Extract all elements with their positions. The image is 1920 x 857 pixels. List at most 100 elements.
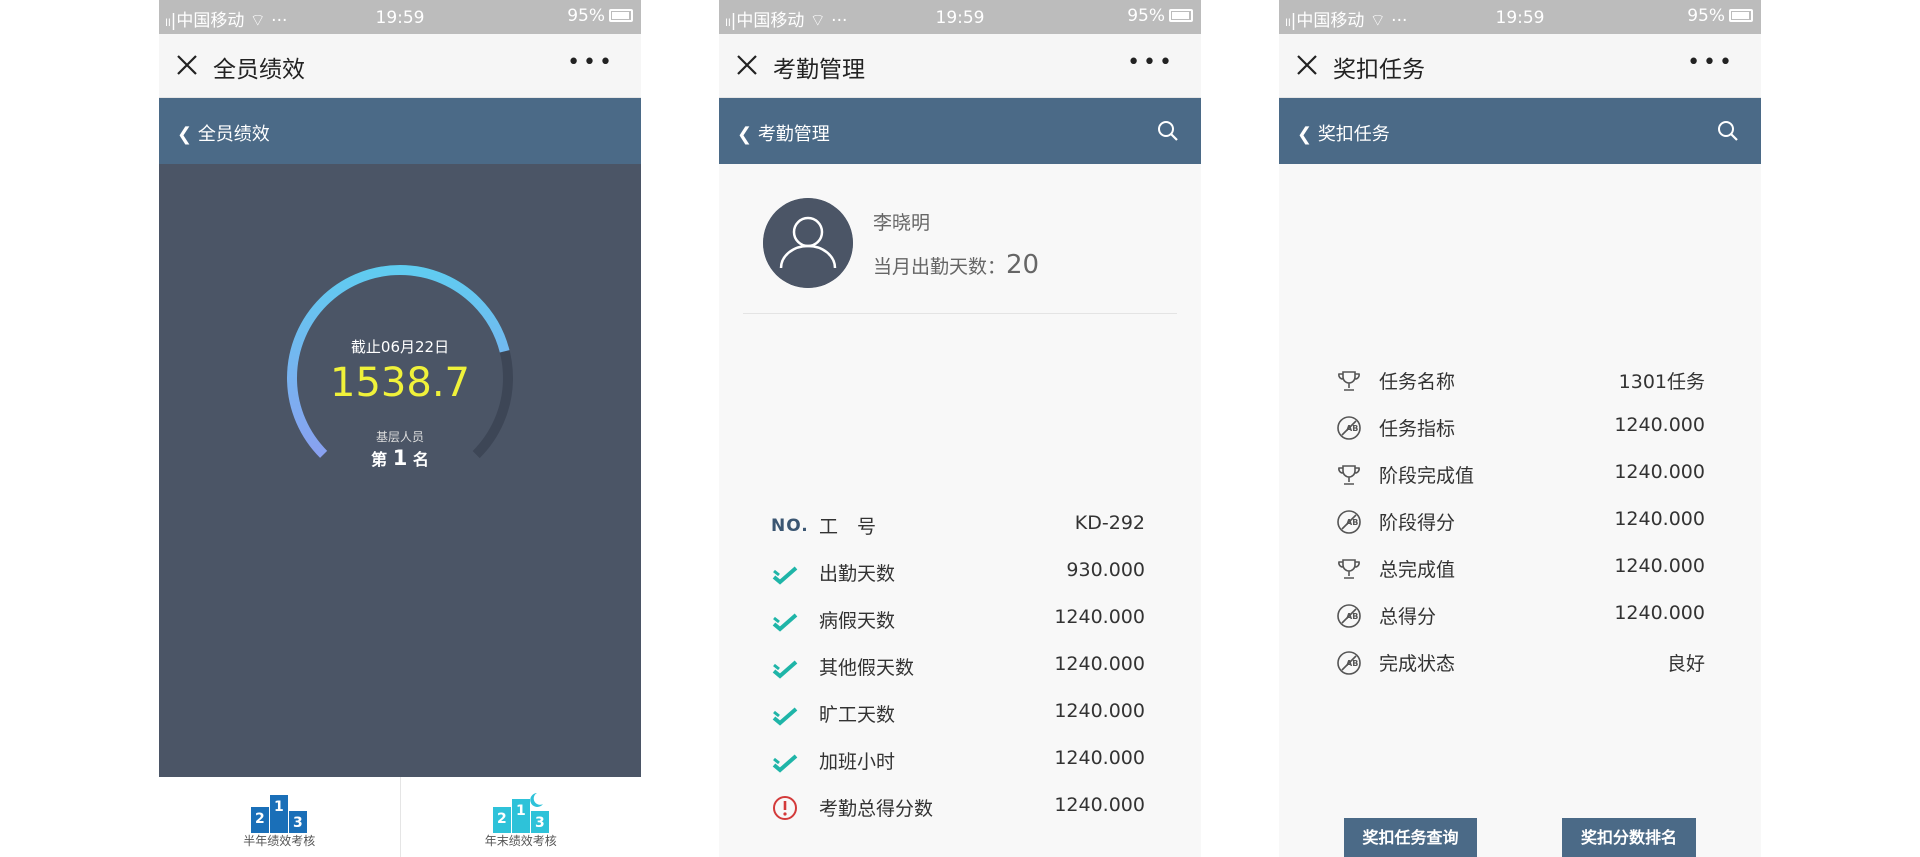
more-icon[interactable]: ••• <box>1687 52 1735 74</box>
row-value: 1240.000 <box>1614 414 1705 436</box>
svg-text:AB: AB <box>1346 659 1358 668</box>
battery-indicator: 95% <box>567 6 633 26</box>
list-item: 其他假天数 1240.000 <box>719 647 1201 687</box>
row-value: 1240.000 <box>1054 794 1145 816</box>
row-value: 1240.000 <box>1614 555 1705 577</box>
list-item: 旷工天数 1240.000 <box>719 694 1201 734</box>
nav-header: ❮ 全员绩效 <box>159 98 641 164</box>
window-title: 奖扣任务 <box>1333 57 1425 83</box>
row-value: 1301任务 <box>1618 371 1705 393</box>
status-bar: ₗₗ|中国移动 ⌔ ··· 19:59 95% <box>159 0 641 34</box>
svg-text:2: 2 <box>255 811 265 827</box>
row-label: 其他假天数 <box>819 657 915 679</box>
list-item: 任务名称 1301任务 <box>1279 361 1761 401</box>
svg-text:3: 3 <box>293 815 303 831</box>
back-button[interactable]: ❮ 奖扣任务 <box>1297 120 1390 146</box>
row-value: 1240.000 <box>1054 606 1145 628</box>
row-label: 完成状态 <box>1379 653 1456 675</box>
svg-text:AB: AB <box>1346 518 1358 527</box>
ab-icon: AB <box>1337 604 1361 628</box>
back-button[interactable]: ❮ 考勤管理 <box>737 120 830 146</box>
podium-moon-icon: 2 13 <box>492 793 549 833</box>
gauge-score: 1538.7 <box>330 360 470 406</box>
row-label: 出勤天数 <box>819 563 896 585</box>
battery-indicator: 95% <box>1687 6 1753 26</box>
check-icon <box>772 754 798 773</box>
list-item: NO. 工 号 KD-292 <box>719 506 1201 546</box>
nav-header: ❮ 考勤管理 <box>719 98 1201 164</box>
svg-text:2: 2 <box>497 811 507 827</box>
user-name: 李晓明 <box>873 212 931 234</box>
list-item: AB 阶段得分 1240.000 <box>1279 502 1761 542</box>
close-icon[interactable] <box>175 53 199 77</box>
list-item: 阶段完成值 1240.000 <box>1279 455 1761 495</box>
row-label: 旷工天数 <box>819 704 896 726</box>
alert-icon <box>773 796 797 820</box>
phone-reward-tasks: ₗₗ|中国移动 ⌔ ··· 19:59 95% 奖扣任务 ••• ❮ 奖扣任务 … <box>1279 0 1761 857</box>
row-value: 1240.000 <box>1614 602 1705 624</box>
row-value: 930.000 <box>1066 559 1145 581</box>
row-value: 1240.000 <box>1054 700 1145 722</box>
trophy-icon <box>1338 371 1360 391</box>
podium-icon: 213 <box>251 795 308 833</box>
task-query-button[interactable]: 奖扣任务查询 <box>1344 818 1477 857</box>
row-value: 良好 <box>1666 653 1705 675</box>
gauge-date: 截止06月22日 <box>350 338 450 356</box>
gauge-panel: 截止06月22日 1538.7 基层人员 第 1 名 <box>159 164 641 777</box>
status-bar: ₗₗ|中国移动 ⌔ ··· 19:59 95% <box>719 0 1201 34</box>
list-item: AB 任务指标 1240.000 <box>1279 408 1761 448</box>
list-item: 考勤总得分数 1240.000 <box>719 788 1201 828</box>
row-label: 工 号 <box>819 516 877 538</box>
row-label: 任务名称 <box>1379 371 1456 393</box>
check-icon <box>772 707 798 726</box>
trophy-icon <box>1338 559 1360 579</box>
list-item: AB 完成状态 良好 <box>1279 643 1761 683</box>
ab-icon: AB <box>1337 416 1361 440</box>
tab-year-end[interactable]: 213 年末绩效考核 <box>399 777 642 857</box>
check-icon <box>772 613 798 632</box>
more-icon[interactable]: ••• <box>567 52 615 74</box>
score-ranking-button[interactable]: 奖扣分数排名 <box>1562 818 1696 857</box>
row-label: 总完成值 <box>1379 559 1456 581</box>
title-bar: 考勤管理 ••• <box>719 34 1201 98</box>
gauge-rank: 第 1 名 <box>371 446 429 470</box>
gauge-level: 基层人员 <box>375 430 424 444</box>
avatar <box>763 198 853 288</box>
close-icon[interactable] <box>735 53 759 77</box>
row-value: 1240.000 <box>1054 747 1145 769</box>
row-label: 任务指标 <box>1379 418 1456 440</box>
check-icon <box>772 660 798 679</box>
list-item: 加班小时 1240.000 <box>719 741 1201 781</box>
attendance-days: 当月出勤天数：20 <box>873 250 1040 280</box>
no-icon: NO. <box>771 516 809 536</box>
more-icon[interactable]: ••• <box>1127 52 1175 74</box>
trophy-icon <box>1338 465 1360 485</box>
list-item: 病假天数 1240.000 <box>719 600 1201 640</box>
row-value: 1240.000 <box>1614 461 1705 483</box>
screenshot-stage: ₗₗ|中国移动 ⌔ ··· 19:59 95% 全员绩效 ••• ❮ 全员绩效 … <box>0 0 1920 857</box>
svg-text:3: 3 <box>535 815 545 831</box>
phone-attendance: ₗₗ|中国移动 ⌔ ··· 19:59 95% 考勤管理 ••• ❮ 考勤管理 … <box>719 0 1201 857</box>
check-icon <box>772 566 798 585</box>
svg-text:1: 1 <box>516 803 526 819</box>
tab-half-year[interactable]: 213 半年绩效考核 <box>159 777 400 857</box>
bottom-tabs: 213 半年绩效考核 213 年末绩效考核 <box>159 777 641 857</box>
list-item: 出勤天数 930.000 <box>719 553 1201 593</box>
search-icon[interactable] <box>1157 120 1179 142</box>
back-button[interactable]: ❮ 全员绩效 <box>177 120 270 146</box>
row-label: 加班小时 <box>819 751 896 773</box>
search-icon[interactable] <box>1717 120 1739 142</box>
tab-half-year-label: 半年绩效考核 <box>243 834 316 848</box>
window-title: 考勤管理 <box>773 57 865 83</box>
row-label: 病假天数 <box>819 610 896 632</box>
svg-text:AB: AB <box>1346 424 1358 433</box>
user-profile: 李晓明 当月出勤天数：20 <box>743 164 1177 314</box>
list-item: AB 总得分 1240.000 <box>1279 596 1761 636</box>
ab-icon: AB <box>1337 651 1361 675</box>
row-value: KD-292 <box>1074 512 1145 534</box>
status-bar: ₗₗ|中国移动 ⌔ ··· 19:59 95% <box>1279 0 1761 34</box>
title-bar: 全员绩效 ••• <box>159 34 641 98</box>
row-label: 阶段完成值 <box>1379 465 1475 487</box>
close-icon[interactable] <box>1295 53 1319 77</box>
title-bar: 奖扣任务 ••• <box>1279 34 1761 98</box>
